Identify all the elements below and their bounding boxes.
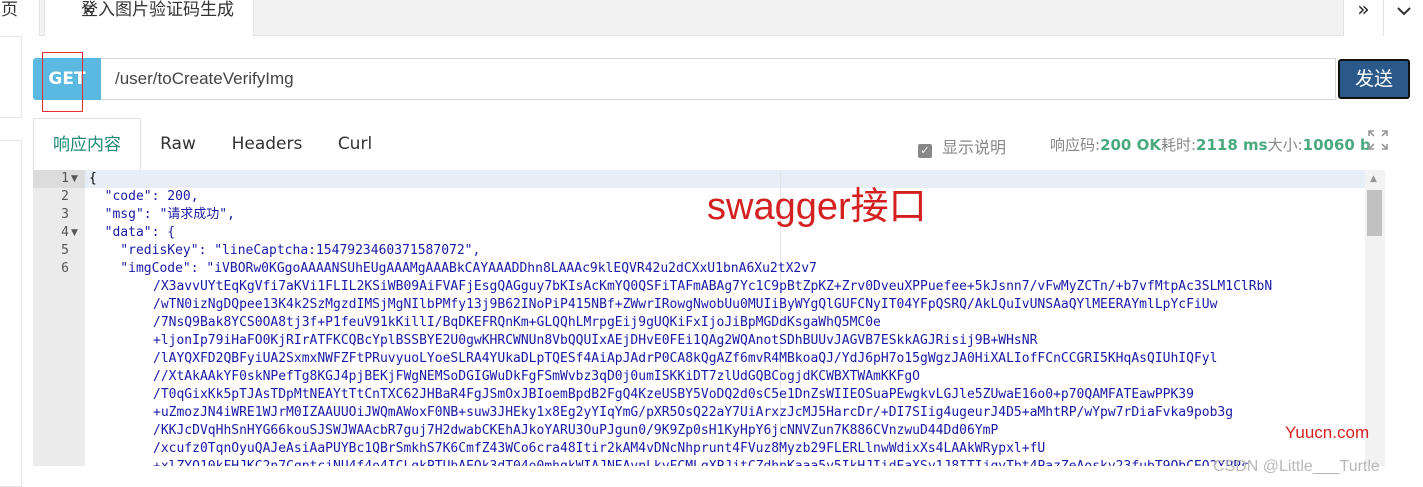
status-code-value: 200 OK [1100, 136, 1161, 154]
code-wrap-line: +ljonIp79iHaFO0KjRIrATFKCQBcYplBSSBYE2U0… [153, 333, 1038, 348]
active-line-highlight [33, 170, 1365, 188]
code-wrap-line: +xlZYO10kFHJKC2n7CqptcjNU4f4o4ICLgkPTUbA… [153, 458, 1249, 466]
scrollbar-thumb[interactable] [1367, 190, 1382, 236]
tab-bar: 主页 登入图片验证码生成× » [0, 0, 1423, 36]
left-panel-bottom [0, 140, 22, 487]
response-editor[interactable]: 1 2 3 4 5 6 ▼ ▼ { "code": 200, "msg": "请… [33, 170, 1365, 466]
status-code-label: 响应码: [1050, 136, 1101, 154]
tab-home[interactable]: 主页 [0, 0, 40, 36]
size-value: 10060 b [1302, 136, 1371, 154]
tab-menu-button[interactable] [1383, 0, 1423, 36]
url-input[interactable]: /user/toCreateVerifyImg [101, 58, 1336, 100]
code-wrap-line: /lAYQXFD2QBFyiUA2SxmxNWFZFtPRuvyuoLYoeSL… [153, 351, 1218, 366]
send-button[interactable]: 发送 [1338, 59, 1410, 99]
code-line: "data": { [89, 225, 176, 240]
size-label: 大小: [1267, 136, 1303, 154]
code-wrap-line: /KKJcDVqHhSnHYG66kouSJSWJWAAcbR7guj7H2dw… [153, 423, 999, 438]
fullscreen-icon[interactable] [1368, 130, 1388, 150]
show-desc-label: 显示说明 [942, 138, 1007, 157]
line-number: 5 [61, 243, 69, 258]
response-stats: 响应码:200 OK耗时:2118 ms大小:10060 b [1050, 134, 1371, 155]
line-number: 1 [61, 171, 69, 186]
more-tabs-icon[interactable]: » [1343, 0, 1383, 36]
code-line: "imgCode": "iVBORw0KGgoAAAANSUhEUgAAAMgA… [89, 261, 817, 276]
code-wrap-line: /X3avvUYtEqKgVfi7aKVi1FLIL2KSiWB09AiFVAF… [153, 279, 1273, 294]
left-panel-top [0, 36, 22, 118]
code-wrap-line: /T0qGixKk5pTJAsTDpMtNEAYtTtCnTXC62JHBaR4… [153, 387, 1194, 402]
time-label: 耗时: [1160, 136, 1197, 154]
credit-watermark: CSDN @Little___Turtle [1213, 458, 1380, 475]
line-number: 6 [61, 261, 69, 276]
checkbox-checked-icon[interactable]: ✓ [918, 144, 932, 158]
tab-close-icon[interactable]: × [81, 0, 95, 20]
time-value: 2118 ms [1196, 136, 1268, 154]
line-number: 4 [61, 225, 69, 240]
http-method-badge[interactable]: GET [33, 58, 101, 100]
response-tabs: 响应内容 Raw Headers Curl ✓ 显示说明 响应码:200 OK耗时… [33, 118, 1410, 170]
request-bar: GET /user/toCreateVerifyImg 发送 [33, 58, 1410, 100]
site-watermark: Yuucn.com [1285, 423, 1370, 442]
tab-verify-img[interactable]: 登入图片验证码生成 × [44, 0, 254, 36]
editor-scrollbar[interactable]: ▲ [1365, 170, 1385, 466]
tab-curl[interactable]: Curl [321, 118, 389, 170]
code-wrap-line: /xcufz0TqnOyuQAJeAsiAaPUYBc1QBrSmkhS7K6C… [153, 441, 1046, 456]
tab-headers[interactable]: Headers [215, 118, 319, 170]
fold-arrow-icon[interactable]: ▼ [71, 224, 78, 242]
fold-arrow-icon[interactable]: ▼ [71, 170, 78, 188]
line-number: 3 [61, 207, 69, 222]
code-line: "msg": "请求成功", [89, 207, 235, 222]
tab-tools: » [1343, 0, 1423, 36]
tab-raw[interactable]: Raw [143, 118, 213, 170]
tab-response-content[interactable]: 响应内容 [33, 118, 141, 170]
code-wrap-line: //XtAkAAkYF0skNPefTg8KGJ4pjBEKjFWgNEMSoD… [153, 369, 921, 384]
chevron-down-icon [1397, 7, 1411, 16]
line-number: 2 [61, 189, 69, 204]
show-desc-toggle[interactable]: ✓ 显示说明 [918, 134, 1006, 158]
code-line: "redisKey": "lineCaptcha:154792346037158… [89, 243, 481, 258]
code-wrap-line: /wTN0izNgDQpee13K4k2SzMgzdIMSjMgNIlbPMfy… [153, 297, 1218, 312]
tab-home-label: 主页 [0, 0, 18, 20]
annotation-title: swagger接口 [707, 186, 927, 228]
code-wrap-line: +uZmozJN4iWRE1WJrM0IZAAUUOiJWQmAWoxF0NB+… [153, 405, 1234, 420]
code-wrap-line: /7NsQ9Bak8YCS0OA8tj3f+P1feuV91kKillI/BqD… [153, 315, 881, 330]
code-line: { [89, 171, 97, 186]
code-line: "code": 200, [89, 189, 199, 204]
scroll-up-icon[interactable]: ▲ [1370, 174, 1377, 184]
